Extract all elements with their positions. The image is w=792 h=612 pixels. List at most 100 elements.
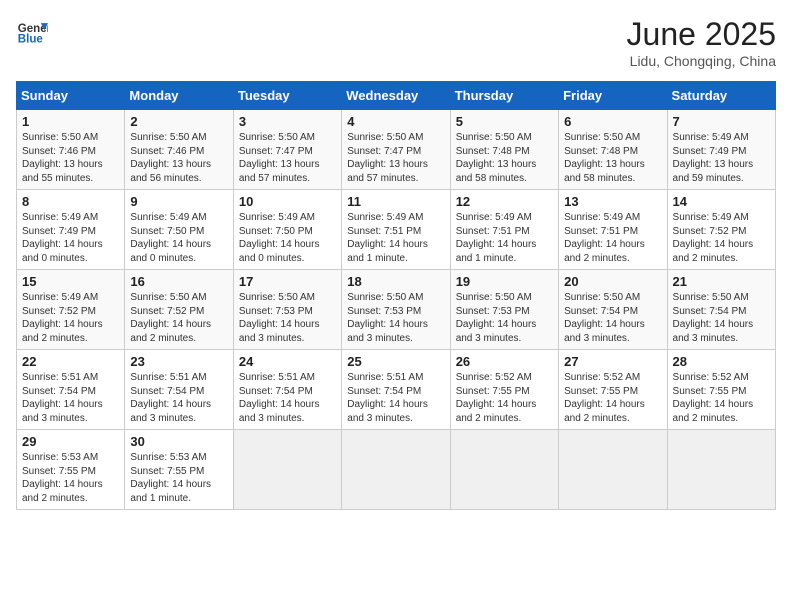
day-info: Sunrise: 5:50 AMSunset: 7:47 PMDaylight:… bbox=[239, 131, 336, 185]
calendar-cell bbox=[233, 430, 341, 510]
weekday-header-thursday: Thursday bbox=[450, 82, 558, 110]
calendar-cell: 29Sunrise: 5:53 AMSunset: 7:55 PMDayligh… bbox=[17, 430, 125, 510]
day-info: Sunrise: 5:52 AMSunset: 7:55 PMDaylight:… bbox=[564, 371, 661, 425]
day-info: Sunrise: 5:50 AMSunset: 7:53 PMDaylight:… bbox=[239, 291, 336, 345]
day-number: 26 bbox=[456, 354, 553, 369]
logo-icon: General Blue bbox=[16, 16, 48, 48]
day-info: Sunrise: 5:50 AMSunset: 7:53 PMDaylight:… bbox=[347, 291, 444, 345]
calendar-cell: 22 Sunrise: 5:51 AMSunset: 7:54 PMDayligh… bbox=[17, 350, 125, 430]
day-info: Sunrise: 5:52 AMSunset: 7:55 PMDaylight:… bbox=[673, 371, 770, 425]
day-info: Sunrise: 5:49 AMSunset: 7:49 PMDaylight:… bbox=[22, 211, 119, 265]
day-number: 23 bbox=[130, 354, 227, 369]
calendar-cell: 25 Sunrise: 5:51 AMSunset: 7:54 PMDayligh… bbox=[342, 350, 450, 430]
calendar-cell: 8 Sunrise: 5:49 AMSunset: 7:49 PMDaylight… bbox=[17, 190, 125, 270]
day-number: 18 bbox=[347, 274, 444, 289]
calendar-cell: 2 Sunrise: 5:50 AMSunset: 7:46 PMDaylight… bbox=[125, 110, 233, 190]
day-number: 21 bbox=[673, 274, 770, 289]
calendar-cell: 4 Sunrise: 5:50 AMSunset: 7:47 PMDaylight… bbox=[342, 110, 450, 190]
calendar-cell bbox=[667, 430, 775, 510]
calendar-cell bbox=[342, 430, 450, 510]
calendar-cell: 19 Sunrise: 5:50 AMSunset: 7:53 PMDayligh… bbox=[450, 270, 558, 350]
calendar-cell: 15 Sunrise: 5:49 AMSunset: 7:52 PMDayligh… bbox=[17, 270, 125, 350]
calendar-cell: 5Sunrise: 5:50 AMSunset: 7:48 PMDaylight… bbox=[450, 110, 558, 190]
calendar-table: SundayMondayTuesdayWednesdayThursdayFrid… bbox=[16, 81, 776, 510]
day-number: 8 bbox=[22, 194, 119, 209]
calendar-week-1: 1 Sunrise: 5:50 AMSunset: 7:46 PMDaylight… bbox=[17, 110, 776, 190]
day-info: Sunrise: 5:49 AMSunset: 7:51 PMDaylight:… bbox=[456, 211, 553, 265]
day-info: Sunrise: 5:50 AMSunset: 7:54 PMDaylight:… bbox=[564, 291, 661, 345]
month-year-title: June 2025 bbox=[627, 16, 776, 53]
calendar-cell: 30 Sunrise: 5:53 AMSunset: 7:55 PMDayligh… bbox=[125, 430, 233, 510]
calendar-cell: 23 Sunrise: 5:51 AMSunset: 7:54 PMDayligh… bbox=[125, 350, 233, 430]
day-number: 14 bbox=[673, 194, 770, 209]
weekday-header-sunday: Sunday bbox=[17, 82, 125, 110]
day-number: 28 bbox=[673, 354, 770, 369]
day-info: Sunrise: 5:51 AMSunset: 7:54 PMDaylight:… bbox=[347, 371, 444, 425]
calendar-cell: 27Sunrise: 5:52 AMSunset: 7:55 PMDayligh… bbox=[559, 350, 667, 430]
calendar-week-2: 8 Sunrise: 5:49 AMSunset: 7:49 PMDaylight… bbox=[17, 190, 776, 270]
day-number: 2 bbox=[130, 114, 227, 129]
day-number: 30 bbox=[130, 434, 227, 449]
calendar-cell: 28 Sunrise: 5:52 AMSunset: 7:55 PMDayligh… bbox=[667, 350, 775, 430]
day-number: 9 bbox=[130, 194, 227, 209]
weekday-header-monday: Monday bbox=[125, 82, 233, 110]
day-number: 17 bbox=[239, 274, 336, 289]
day-number: 7 bbox=[673, 114, 770, 129]
calendar-cell: 11 Sunrise: 5:49 AMSunset: 7:51 PMDayligh… bbox=[342, 190, 450, 270]
title-block: June 2025 Lidu, Chongqing, China bbox=[627, 16, 776, 69]
day-info: Sunrise: 5:50 AMSunset: 7:48 PMDaylight:… bbox=[456, 131, 553, 185]
day-info: Sunrise: 5:49 AMSunset: 7:50 PMDaylight:… bbox=[239, 211, 336, 265]
calendar-cell: 20 Sunrise: 5:50 AMSunset: 7:54 PMDayligh… bbox=[559, 270, 667, 350]
day-number: 24 bbox=[239, 354, 336, 369]
day-number: 20 bbox=[564, 274, 661, 289]
calendar-cell: 24 Sunrise: 5:51 AMSunset: 7:54 PMDayligh… bbox=[233, 350, 341, 430]
calendar-cell: 21 Sunrise: 5:50 AMSunset: 7:54 PMDayligh… bbox=[667, 270, 775, 350]
day-info: Sunrise: 5:49 AMSunset: 7:52 PMDaylight:… bbox=[673, 211, 770, 265]
day-info: Sunrise: 5:50 AMSunset: 7:53 PMDaylight:… bbox=[456, 291, 553, 345]
day-number: 3 bbox=[239, 114, 336, 129]
calendar-cell: 12 Sunrise: 5:49 AMSunset: 7:51 PMDayligh… bbox=[450, 190, 558, 270]
day-info: Sunrise: 5:50 AMSunset: 7:46 PMDaylight:… bbox=[22, 131, 119, 185]
weekday-header-tuesday: Tuesday bbox=[233, 82, 341, 110]
day-info: Sunrise: 5:49 AMSunset: 7:51 PMDaylight:… bbox=[347, 211, 444, 265]
weekday-header-row: SundayMondayTuesdayWednesdayThursdayFrid… bbox=[17, 82, 776, 110]
day-number: 6 bbox=[564, 114, 661, 129]
day-info: Sunrise: 5:53 AMSunset: 7:55 PMDaylight:… bbox=[22, 451, 119, 505]
calendar-cell: 1 Sunrise: 5:50 AMSunset: 7:46 PMDaylight… bbox=[17, 110, 125, 190]
day-info: Sunrise: 5:50 AMSunset: 7:54 PMDaylight:… bbox=[673, 291, 770, 345]
day-info: Sunrise: 5:50 AMSunset: 7:48 PMDaylight:… bbox=[564, 131, 661, 185]
day-number: 22 bbox=[22, 354, 119, 369]
day-info: Sunrise: 5:52 AMSunset: 7:55 PMDaylight:… bbox=[456, 371, 553, 425]
calendar-week-3: 15 Sunrise: 5:49 AMSunset: 7:52 PMDayligh… bbox=[17, 270, 776, 350]
day-number: 1 bbox=[22, 114, 119, 129]
logo: General Blue bbox=[16, 16, 48, 48]
day-number: 16 bbox=[130, 274, 227, 289]
calendar-cell: 17 Sunrise: 5:50 AMSunset: 7:53 PMDayligh… bbox=[233, 270, 341, 350]
day-number: 12 bbox=[456, 194, 553, 209]
day-info: Sunrise: 5:51 AMSunset: 7:54 PMDaylight:… bbox=[130, 371, 227, 425]
day-info: Sunrise: 5:50 AMSunset: 7:47 PMDaylight:… bbox=[347, 131, 444, 185]
day-number: 4 bbox=[347, 114, 444, 129]
calendar-cell: 18 Sunrise: 5:50 AMSunset: 7:53 PMDayligh… bbox=[342, 270, 450, 350]
day-number: 11 bbox=[347, 194, 444, 209]
svg-text:Blue: Blue bbox=[18, 34, 44, 46]
day-info: Sunrise: 5:53 AMSunset: 7:55 PMDaylight:… bbox=[130, 451, 227, 505]
day-info: Sunrise: 5:49 AMSunset: 7:52 PMDaylight:… bbox=[22, 291, 119, 345]
day-number: 15 bbox=[22, 274, 119, 289]
day-info: Sunrise: 5:50 AMSunset: 7:46 PMDaylight:… bbox=[130, 131, 227, 185]
calendar-cell: 3 Sunrise: 5:50 AMSunset: 7:47 PMDaylight… bbox=[233, 110, 341, 190]
weekday-header-saturday: Saturday bbox=[667, 82, 775, 110]
calendar-cell: 6 Sunrise: 5:50 AMSunset: 7:48 PMDaylight… bbox=[559, 110, 667, 190]
day-number: 19 bbox=[456, 274, 553, 289]
calendar-cell: 7Sunrise: 5:49 AMSunset: 7:49 PMDaylight… bbox=[667, 110, 775, 190]
weekday-header-friday: Friday bbox=[559, 82, 667, 110]
weekday-header-wednesday: Wednesday bbox=[342, 82, 450, 110]
calendar-cell: 14 Sunrise: 5:49 AMSunset: 7:52 PMDayligh… bbox=[667, 190, 775, 270]
calendar-cell: 13Sunrise: 5:49 AMSunset: 7:51 PMDayligh… bbox=[559, 190, 667, 270]
day-number: 13 bbox=[564, 194, 661, 209]
day-info: Sunrise: 5:51 AMSunset: 7:54 PMDaylight:… bbox=[239, 371, 336, 425]
day-number: 25 bbox=[347, 354, 444, 369]
day-info: Sunrise: 5:50 AMSunset: 7:52 PMDaylight:… bbox=[130, 291, 227, 345]
day-info: Sunrise: 5:51 AMSunset: 7:54 PMDaylight:… bbox=[22, 371, 119, 425]
calendar-week-4: 22 Sunrise: 5:51 AMSunset: 7:54 PMDayligh… bbox=[17, 350, 776, 430]
